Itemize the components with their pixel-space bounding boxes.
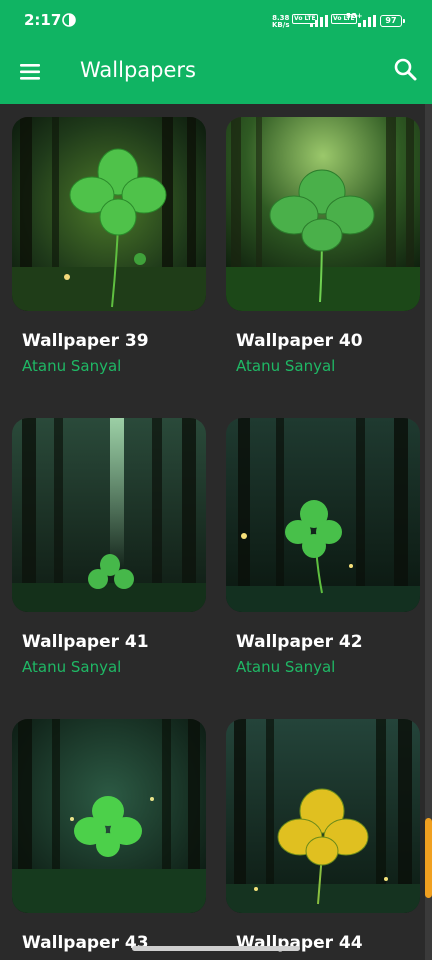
wallpaper-author[interactable]: Atanu Sanyal bbox=[22, 658, 121, 676]
clover-forest-image bbox=[226, 418, 420, 612]
signal-icon bbox=[358, 15, 376, 27]
status-time: 2:17 bbox=[24, 11, 62, 29]
clover-forest-image bbox=[226, 719, 420, 913]
battery-icon: 97 bbox=[380, 15, 405, 27]
wallpaper-title[interactable]: Wallpaper 43 bbox=[22, 933, 149, 953]
page-title: Wallpapers bbox=[80, 58, 196, 82]
clover-forest-image bbox=[12, 719, 206, 913]
wallpaper-title[interactable]: Wallpaper 41 bbox=[22, 632, 149, 652]
wallpaper-title[interactable]: Wallpaper 40 bbox=[236, 331, 363, 351]
wallpaper-thumbnail[interactable] bbox=[226, 418, 420, 612]
clover-forest-image bbox=[12, 418, 206, 612]
hamburger-menu-icon[interactable] bbox=[18, 59, 44, 85]
wallpaper-author[interactable]: Atanu Sanyal bbox=[236, 658, 335, 676]
status-bar: 2:17 8.38 KB/s Vo LTE Vo LTE 5G+ 97 bbox=[0, 0, 432, 42]
scrollbar-thumb[interactable] bbox=[425, 818, 432, 898]
wallpaper-thumbnail[interactable] bbox=[226, 117, 420, 311]
search-icon[interactable] bbox=[392, 56, 420, 84]
home-gesture-bar[interactable] bbox=[132, 946, 300, 951]
wallpaper-thumbnail[interactable] bbox=[12, 117, 206, 311]
clover-forest-image bbox=[12, 117, 206, 311]
wallpaper-thumbnail[interactable] bbox=[12, 418, 206, 612]
wallpaper-thumbnail[interactable] bbox=[12, 719, 206, 913]
wallpaper-author[interactable]: Atanu Sanyal bbox=[22, 357, 121, 375]
wallpaper-thumbnail[interactable] bbox=[226, 719, 420, 913]
clover-forest-image bbox=[226, 117, 420, 311]
wallpaper-grid[interactable]: Wallpaper 39 Atanu Sanyal Wallpaper 40 A… bbox=[0, 104, 432, 960]
wallpaper-title[interactable]: Wallpaper 39 bbox=[22, 331, 149, 351]
app-bar: Wallpapers bbox=[0, 42, 432, 104]
net-speed: 8.38 KB/s bbox=[272, 14, 290, 29]
wallpaper-title[interactable]: Wallpaper 42 bbox=[236, 632, 363, 652]
signal-icon bbox=[310, 15, 328, 27]
do-not-disturb-icon bbox=[62, 13, 76, 27]
wallpaper-author[interactable]: Atanu Sanyal bbox=[236, 357, 335, 375]
